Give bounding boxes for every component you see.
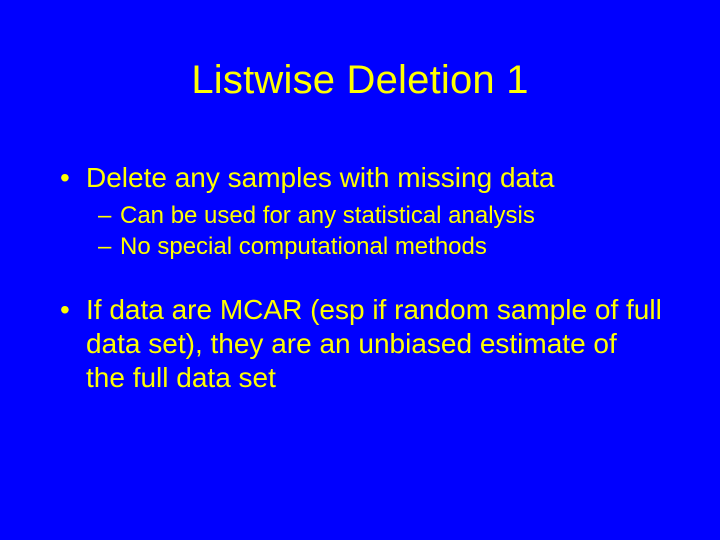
bullet-dash-icon: – [98, 232, 120, 263]
sub-bullet-item: – Can be used for any statistical analys… [98, 201, 662, 232]
bullet-item: • Delete any samples with missing data [58, 161, 662, 195]
bullet-text: Delete any samples with missing data [86, 161, 662, 195]
slide-content: • Delete any samples with missing data –… [0, 161, 720, 395]
slide-title: Listwise Deletion 1 [0, 0, 720, 141]
bullet-text: If data are MCAR (esp if random sample o… [86, 293, 662, 395]
slide: Listwise Deletion 1 • Delete any samples… [0, 0, 720, 540]
sub-bullet-item: – No special computational methods [98, 232, 662, 263]
bullet-dash-icon: – [98, 201, 120, 232]
bullet-dot-icon: • [58, 293, 86, 327]
bullet-dot-icon: • [58, 161, 86, 195]
sub-bullet-text: Can be used for any statistical analysis [120, 201, 662, 232]
sub-bullet-text: No special computational methods [120, 232, 662, 263]
bullet-item: • If data are MCAR (esp if random sample… [58, 293, 662, 395]
